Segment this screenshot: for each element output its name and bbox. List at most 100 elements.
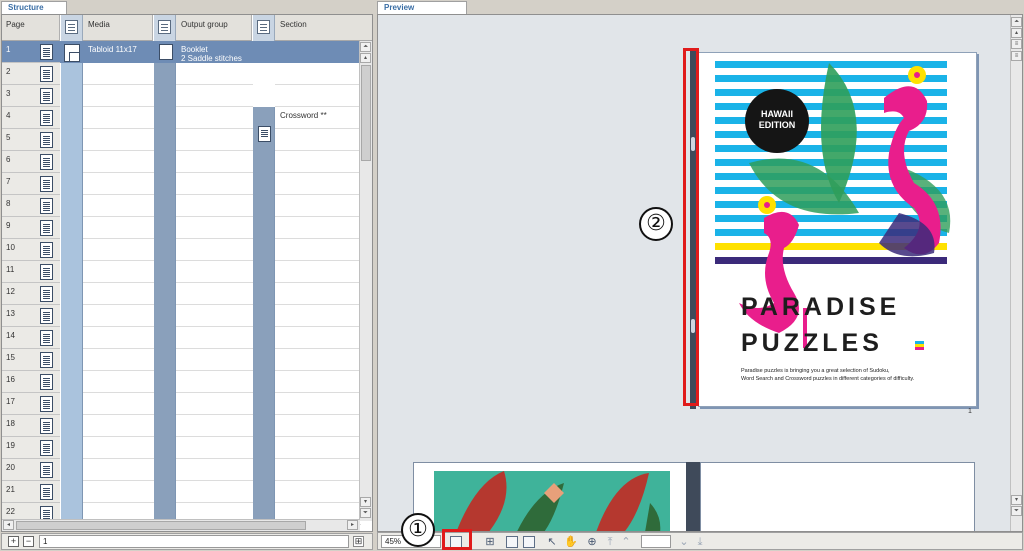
page-row[interactable]: 20 <box>2 459 60 481</box>
next-page-icon[interactable]: ⌄ <box>678 536 690 548</box>
scroll-down-button[interactable]: ▾ <box>360 497 371 507</box>
page-row[interactable]: 6 <box>2 151 60 173</box>
column-header-page[interactable]: Page <box>2 15 60 41</box>
page-icon <box>40 154 53 170</box>
column-header-output-group[interactable]: Output group <box>176 15 252 41</box>
zoom-tool-icon[interactable]: ⊕ <box>586 536 598 548</box>
scroll-top-button[interactable]: ⏶ <box>360 42 371 52</box>
page-icon <box>40 308 53 324</box>
page-row[interactable]: 2 <box>2 63 60 85</box>
media-tabloid-icon <box>64 44 80 62</box>
tab-structure[interactable]: Structure <box>1 1 67 14</box>
structure-horizontal-scrollbar[interactable]: ◂ ▸ <box>2 519 360 531</box>
remove-page-button[interactable]: − <box>23 536 34 547</box>
page-number: 14 <box>6 331 15 340</box>
section-icon <box>257 20 270 34</box>
cover-blurb-line1: Paradise puzzles is bringing you a great… <box>741 368 890 374</box>
preview-scroll-up-button[interactable]: ▴ <box>1011 28 1022 38</box>
section-column-icon[interactable] <box>253 15 275 41</box>
page-row[interactable]: 1 <box>2 41 60 63</box>
output-group-cell-line2[interactable]: 2 Saddle stitches <box>181 54 242 64</box>
scroll-up-button[interactable]: ▴ <box>360 53 371 63</box>
previous-page-icon[interactable]: ⌃ <box>620 536 632 548</box>
horizontal-scroll-thumb[interactable] <box>16 521 306 530</box>
preview-scroll-top-button[interactable]: ⏶ <box>1011 17 1022 27</box>
page-icon <box>40 132 53 148</box>
page-row[interactable]: 3 <box>2 85 60 107</box>
column-header-media[interactable]: Media <box>83 15 153 41</box>
page-row[interactable]: 7 <box>2 173 60 195</box>
section-cell[interactable]: Crossword ** <box>280 111 327 121</box>
preview-panel: Preview HAWAII EDITION PARADISE PUZZLES … <box>375 0 1024 551</box>
tab-preview[interactable]: Preview <box>377 1 467 14</box>
facing-pages-icon[interactable] <box>523 536 535 548</box>
hand-tool-icon[interactable]: ✋ <box>564 536 578 548</box>
cover-page[interactable]: HAWAII EDITION PARADISE PUZZLES Paradise… <box>698 52 977 407</box>
scroll-bottom-button[interactable]: ⏷ <box>360 508 371 518</box>
add-page-button[interactable]: + <box>8 536 19 547</box>
page-row[interactable]: 10 <box>2 239 60 261</box>
page-row[interactable]: 17 <box>2 393 60 415</box>
preview-vertical-scrollbar[interactable]: ⏶ ▴ ≡ ≡ ▾ ⏷ <box>1010 15 1022 531</box>
media-column-icon[interactable] <box>61 15 83 41</box>
page-number: 12 <box>6 287 15 296</box>
page-row[interactable]: 11 <box>2 261 60 283</box>
edition-badge: HAWAII EDITION <box>745 109 809 131</box>
scroll-right-button[interactable]: ▸ <box>347 520 358 530</box>
output-group-cells <box>176 41 253 531</box>
thumbnails-icon[interactable]: ⊞ <box>484 536 496 548</box>
column-header-page-label: Page <box>6 20 25 29</box>
page-row[interactable]: 13 <box>2 305 60 327</box>
page-icon <box>40 66 53 82</box>
page-row[interactable]: 8 <box>2 195 60 217</box>
page-row[interactable]: 21 <box>2 481 60 503</box>
page-row[interactable]: 18 <box>2 415 60 437</box>
badge-line1: HAWAII <box>760 109 793 119</box>
preview-scroll-page-up-button[interactable]: ≡ <box>1011 39 1022 49</box>
output-group-strip <box>154 41 176 531</box>
single-page-icon[interactable] <box>506 536 518 548</box>
color-square-icon <box>915 341 924 350</box>
column-header-section[interactable]: Section <box>275 15 372 41</box>
grid-view-icon[interactable]: ⊞ <box>353 536 364 547</box>
spread-right-page[interactable] <box>700 462 975 531</box>
select-tool-icon[interactable]: ↖ <box>546 536 558 548</box>
last-page-icon[interactable]: ⤓ <box>694 536 706 548</box>
page-list: 1 2 3 4 5 6 7 8 9 10 11 12 13 14 15 16 17 18 19 20 21 22 <box>2 41 60 525</box>
page-number: 1 <box>6 45 11 54</box>
preview-scroll-page-down-button[interactable]: ≡ <box>1011 51 1022 61</box>
page-jump-field[interactable] <box>641 535 671 548</box>
page-number: 22 <box>6 507 15 516</box>
page-icon <box>40 484 53 500</box>
column-header-output-group-label: Output group <box>181 20 228 29</box>
page-number: 13 <box>6 309 15 318</box>
structure-vertical-scrollbar[interactable]: ⏶ ▴ ▾ ⏷ <box>359 41 372 521</box>
page-row[interactable]: 9 <box>2 217 60 239</box>
page-number-field[interactable]: 1 <box>39 535 349 548</box>
column-header-media-label: Media <box>88 20 110 29</box>
page-row[interactable]: 15 <box>2 349 60 371</box>
preview-canvas[interactable]: HAWAII EDITION PARADISE PUZZLES Paradise… <box>377 14 1023 532</box>
page-row[interactable]: 5 <box>2 129 60 151</box>
page-icon <box>40 264 53 280</box>
preview-scroll-bottom-button[interactable]: ⏷ <box>1011 506 1022 516</box>
spread-left-page[interactable] <box>413 462 688 531</box>
page-row[interactable]: 19 <box>2 437 60 459</box>
cover-page-number: 1 <box>968 408 972 415</box>
preview-toolbar: 45% ⊞ ↖ ✋ ⊕ ⤒ ⌃ ⌄ ⤓ <box>377 532 1023 550</box>
vertical-scroll-thumb[interactable] <box>361 65 371 161</box>
page-number: 17 <box>6 397 15 406</box>
page-row[interactable]: 4 <box>2 107 60 129</box>
preview-scroll-down-button[interactable]: ▾ <box>1011 495 1022 505</box>
output-group-column-icon[interactable] <box>154 15 176 41</box>
page-icon <box>40 440 53 456</box>
page-row[interactable]: 12 <box>2 283 60 305</box>
page-icon <box>40 88 53 104</box>
media-cell[interactable]: Tabloid 11x17 <box>88 45 137 55</box>
page-number: 8 <box>6 199 11 208</box>
column-header-section-label: Section <box>280 20 307 29</box>
page-row[interactable]: 16 <box>2 371 60 393</box>
scroll-left-button[interactable]: ◂ <box>3 520 14 530</box>
first-page-icon[interactable]: ⤒ <box>604 536 616 548</box>
page-row[interactable]: 14 <box>2 327 60 349</box>
